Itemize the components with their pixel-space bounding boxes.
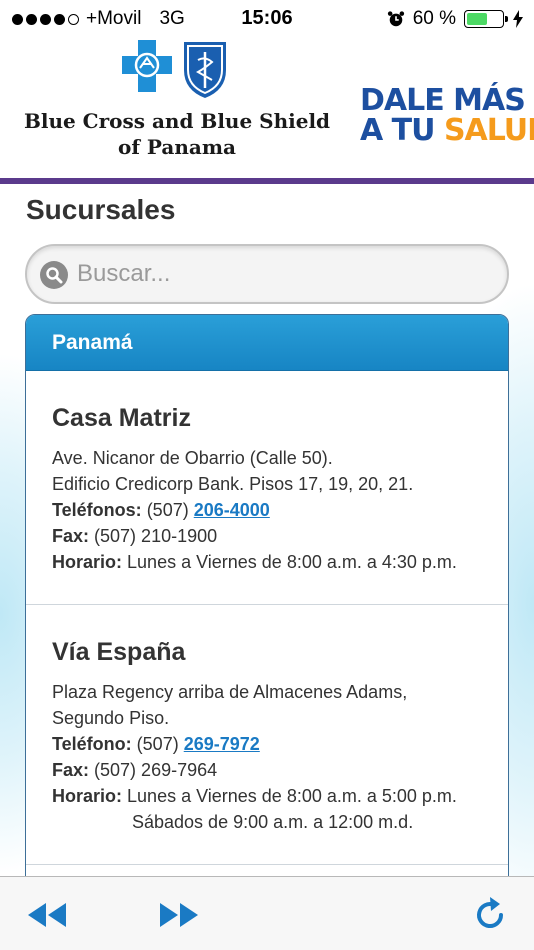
hours-text: Lunes a Viernes de 8:00 a.m. a 5:00 p.m. <box>127 786 457 806</box>
fax-label: Fax: <box>52 526 90 546</box>
branch-hours-2: Sábados de 9:00 a.m. a 12:00 m.d. <box>132 812 414 832</box>
branch-name: Casa Matriz <box>52 404 191 432</box>
page-title: Sucursales <box>26 194 176 225</box>
branch-hours: Horario: Lunes a Viernes de 8:00 a.m. a … <box>52 549 482 575</box>
hours-label: Horario: <box>52 786 123 806</box>
main-content[interactable]: Sucursales Panamá Casa Matriz Ave. Nican… <box>0 184 534 876</box>
fast-forward-icon[interactable] <box>158 899 202 931</box>
status-right: 60 % <box>387 7 524 31</box>
fax-number: (507) 210-1900 <box>94 526 218 546</box>
phone-prefix: (507) <box>146 500 189 520</box>
fax-label: Fax: <box>52 760 90 780</box>
branch-hours: Horario: Lunes a Viernes de 8:00 a.m. a … <box>52 783 482 809</box>
branch-phone: Teléfonos: (507) 206-4000 <box>52 497 482 523</box>
logo-line-2: of Panama <box>118 135 236 159</box>
branch-address-2: Segundo Piso. <box>52 708 170 728</box>
rewind-icon[interactable] <box>24 899 68 931</box>
hours-label: Horario: <box>52 552 123 572</box>
battery-percent: 60 % <box>412 8 456 29</box>
list-header-region[interactable]: Panamá <box>26 315 508 371</box>
logo-line-1: Blue Cross and Blue Shield <box>23 109 331 133</box>
phone-label: Teléfonos: <box>52 500 142 520</box>
search-icon <box>40 261 68 289</box>
status-bar: +Movil 3G 15:06 60 % <box>0 0 534 38</box>
list-item[interactable]: Vía España Plaza Regency arriba de Almac… <box>26 605 508 865</box>
search-input[interactable] <box>77 255 497 293</box>
battery-fill <box>467 13 488 25</box>
battery-icon <box>464 10 508 28</box>
list-item[interactable]: Casa Matriz Ave. Nicanor de Obarrio (Cal… <box>26 371 508 605</box>
reload-icon[interactable] <box>470 895 510 935</box>
phone-link[interactable]: 269-7972 <box>184 734 260 754</box>
slogan-line-2b: SALUD <box>443 113 534 148</box>
branch-list: Panamá Casa Matriz Ave. Nicanor de Obarr… <box>25 314 509 876</box>
brand-logo-text: Blue Cross and Blue Shield of Panama <box>22 108 332 160</box>
fax-number: (507) 269-7964 <box>94 760 218 780</box>
slogan-line-2a: A TU <box>360 113 444 148</box>
browser-toolbar <box>0 876 534 950</box>
branch-address-1: Plaza Regency arriba de Almacenes Adams, <box>52 682 408 702</box>
alarm-icon <box>387 11 404 27</box>
branch-fax: Fax: (507) 210-1900 <box>52 523 482 549</box>
phone-prefix: (507) <box>136 734 179 754</box>
branch-phone: Teléfono: (507) 269-7972 <box>52 731 482 757</box>
phone-link[interactable]: 206-4000 <box>194 500 270 520</box>
branch-fax: Fax: (507) 269-7964 <box>52 757 482 783</box>
charging-bolt-icon <box>513 10 523 28</box>
slogan: DALE MÁS A TU SALUD <box>360 86 534 146</box>
slogan-line-1: DALE MÁS <box>360 83 526 118</box>
phone-label: Teléfono: <box>52 734 132 754</box>
branch-name: Vía España <box>52 638 186 666</box>
branch-address-1: Ave. Nicanor de Obarrio (Calle 50). <box>52 448 333 468</box>
branch-address-2: Edificio Credicorp Bank. Pisos 17, 19, 2… <box>52 474 414 494</box>
search-box[interactable] <box>25 244 509 304</box>
hours-text: Lunes a Viernes de 8:00 a.m. a 4:30 p.m. <box>127 552 457 572</box>
blue-cross-blue-shield-logo-icon <box>122 40 226 98</box>
